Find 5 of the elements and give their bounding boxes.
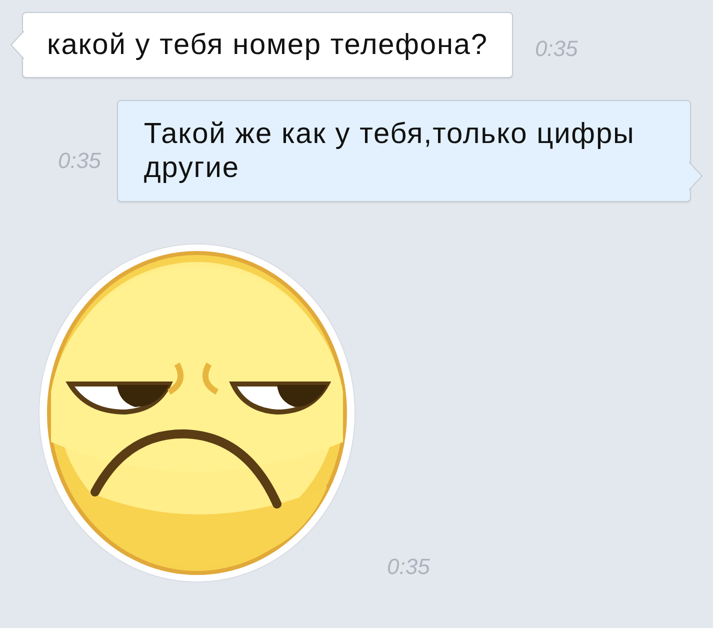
message-time: 0:35 (534, 36, 578, 62)
message-time: 0:35 (58, 148, 101, 174)
message-text: какой у тебя номер телефона? (47, 29, 488, 61)
message-time: 0:35 (387, 554, 430, 580)
message-text: Такой же как у тебя,только цифры другие (144, 118, 635, 184)
